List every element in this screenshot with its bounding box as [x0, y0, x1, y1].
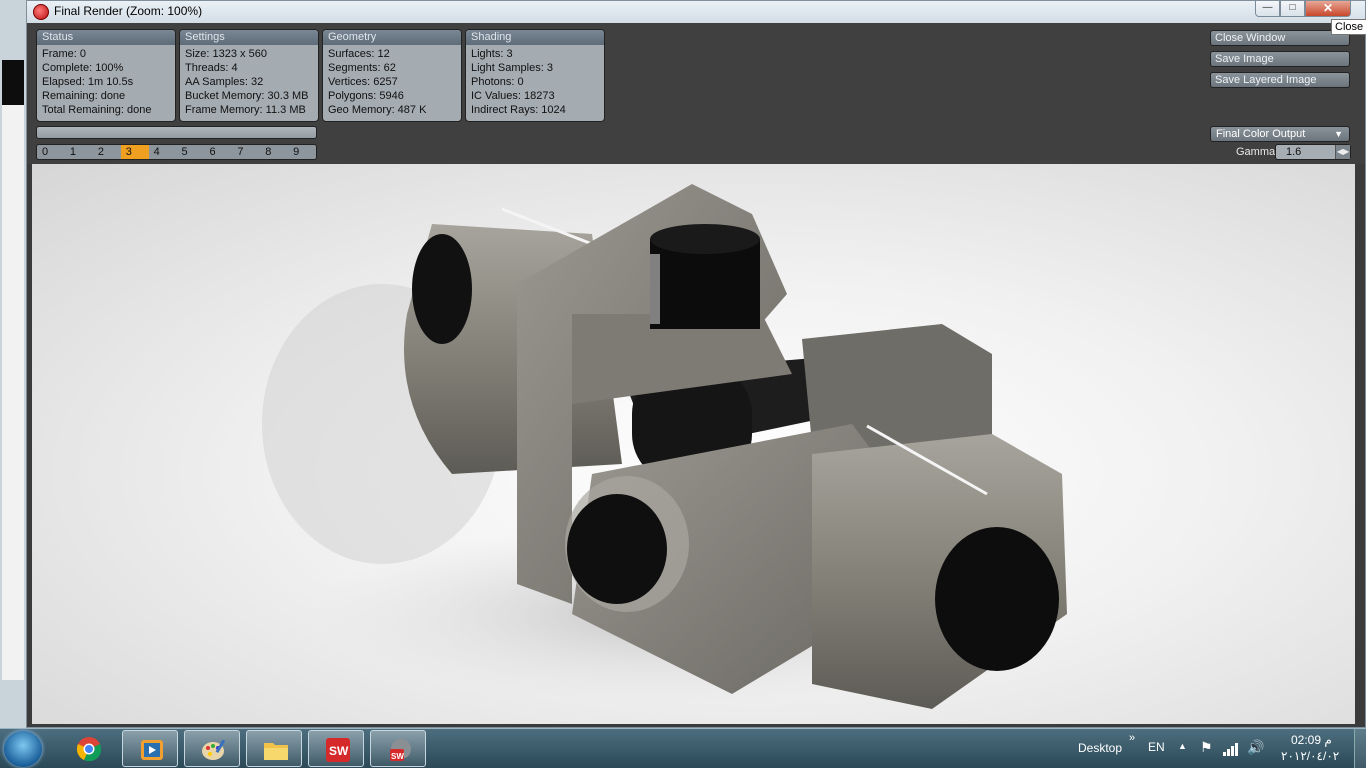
render-progress-bar	[36, 126, 317, 139]
svg-text:SW: SW	[391, 752, 404, 761]
show-hidden-icons-icon[interactable]: ▲	[1178, 741, 1187, 751]
final-render-window: Final Render (Zoom: 100%) — □ ✕ Status F…	[26, 0, 1366, 728]
settings-size: Size: 1323 x 560	[185, 48, 267, 60]
settings-threads: Threads: 4	[185, 62, 238, 74]
render-viewport	[32, 164, 1355, 724]
photoview-app-icon[interactable]	[33, 4, 49, 20]
geometry-geo-memory: Geo Memory: 487 K	[328, 104, 427, 116]
frame-selector: 0 1 2 3 4 5 6 7 8 9	[36, 144, 317, 160]
minimize-button[interactable]: —	[1255, 1, 1280, 17]
photoview-icon: SW	[390, 739, 411, 761]
status-header: Status	[37, 30, 175, 45]
status-remaining: Remaining: done	[42, 90, 126, 102]
geometry-vertices: Vertices: 6257	[328, 76, 398, 88]
geometry-header: Geometry	[323, 30, 461, 45]
settings-frame-memory: Frame Memory: 11.3 MB	[185, 104, 306, 116]
action-center-icon[interactable]: ⚑	[1200, 739, 1213, 756]
status-elapsed: Elapsed: 1m 10.5s	[42, 76, 134, 88]
settings-header: Settings	[180, 30, 318, 45]
toolbar-expand-icon[interactable]: »	[1129, 732, 1135, 744]
shading-indirect-rays: Indirect Rays: 1024	[471, 104, 566, 116]
volume-icon[interactable]: 🔊	[1247, 739, 1264, 756]
file-explorer-icon	[264, 743, 288, 760]
background-window-content	[2, 105, 24, 680]
status-frame: Frame: 0	[42, 48, 87, 60]
shading-box: Shading Lights: 3 Light Samples: 3 Photo…	[465, 29, 605, 122]
maximize-button[interactable]: □	[1280, 1, 1305, 17]
chrome-icon	[76, 737, 102, 762]
save-layered-image-button[interactable]: Save Layered Image	[1210, 72, 1350, 88]
frame-6[interactable]: 6	[204, 145, 232, 159]
media-player-icon	[141, 740, 163, 760]
chevron-down-icon: ▼	[1334, 129, 1343, 139]
taskbar-file-explorer[interactable]	[246, 730, 302, 767]
frame-7[interactable]: 7	[232, 145, 260, 159]
taskbar: SW SW Desktop » EN ▲ ⚑ 🔊 02:09 م ٢٠١٢/٠٤…	[0, 728, 1366, 768]
close-tooltip: Close	[1331, 19, 1366, 35]
taskbar-photoview[interactable]: SW	[370, 730, 426, 767]
start-orb-icon[interactable]	[4, 731, 42, 767]
geometry-surfaces: Surfaces: 12	[328, 48, 390, 60]
frame-3[interactable]: 3	[120, 145, 149, 159]
settings-box: Settings Size: 1323 x 560 Threads: 4 AA …	[179, 29, 319, 122]
clock-time[interactable]: 02:09 م	[1291, 733, 1332, 747]
language-indicator[interactable]: EN	[1148, 740, 1165, 754]
shading-light-samples: Light Samples: 3	[471, 62, 553, 74]
frame-8[interactable]: 8	[260, 145, 288, 159]
solidworks-icon: SW	[326, 738, 350, 762]
shading-photons: Photons: 0	[471, 76, 524, 88]
settings-aa-samples: AA Samples: 32	[185, 76, 264, 88]
shading-lights: Lights: 3	[471, 48, 513, 60]
paint-icon	[202, 739, 226, 760]
shading-header: Shading	[466, 30, 604, 45]
geometry-segments: Segments: 62	[328, 62, 396, 74]
show-desktop-button[interactable]	[1354, 729, 1366, 768]
frame-5[interactable]: 5	[177, 145, 205, 159]
gamma-value: 1.6	[1286, 146, 1302, 158]
gamma-input[interactable]: 1.6 ◀▶	[1275, 144, 1351, 160]
clock-date[interactable]: ٢٠١٢/٠٤/٠٢	[1281, 749, 1339, 763]
output-select[interactable]: Final Color Output ▼	[1210, 126, 1350, 142]
desktop-background-strip	[0, 0, 28, 730]
save-image-button[interactable]: Save Image	[1210, 51, 1350, 67]
window-title: Final Render (Zoom: 100%)	[54, 4, 203, 18]
frame-9[interactable]: 9	[288, 145, 316, 159]
status-total-remaining: Total Remaining: done	[42, 104, 152, 116]
taskbar-media-player[interactable]	[122, 730, 178, 767]
close-window-button[interactable]: Close Window	[1210, 30, 1350, 46]
frame-4[interactable]: 4	[149, 145, 177, 159]
title-bar[interactable]: Final Render (Zoom: 100%) — □ ✕	[27, 1, 1365, 24]
frame-2[interactable]: 2	[93, 145, 121, 159]
close-button[interactable]: ✕	[1305, 1, 1351, 17]
rendered-universal-joint-image	[262, 184, 1067, 709]
geometry-box: Geometry Surfaces: 12 Segments: 62 Verti…	[322, 29, 462, 122]
frame-1[interactable]: 1	[65, 145, 93, 159]
frame-0[interactable]: 0	[37, 145, 65, 159]
taskbar-paint[interactable]	[184, 730, 240, 767]
gamma-spinner-icon[interactable]: ◀▶	[1335, 145, 1350, 159]
geometry-polygons: Polygons: 5946	[328, 90, 404, 102]
gamma-label: Gamma	[1236, 146, 1276, 158]
status-box: Status Frame: 0 Complete: 100% Elapsed: …	[36, 29, 176, 122]
taskbar-chrome[interactable]	[60, 730, 116, 767]
svg-text:SW: SW	[329, 744, 349, 758]
render-info-panel: Status Frame: 0 Complete: 100% Elapsed: …	[27, 23, 1365, 164]
shading-ic-values: IC Values: 18273	[471, 90, 555, 102]
output-select-value: Final Color Output	[1216, 128, 1306, 140]
network-signal-icon[interactable]	[1223, 742, 1239, 756]
settings-bucket-memory: Bucket Memory: 30.3 MB	[185, 90, 309, 102]
taskbar-solidworks[interactable]: SW	[308, 730, 364, 767]
desktop-toolbar-label[interactable]: Desktop	[1078, 741, 1122, 755]
status-complete: Complete: 100%	[42, 62, 124, 74]
